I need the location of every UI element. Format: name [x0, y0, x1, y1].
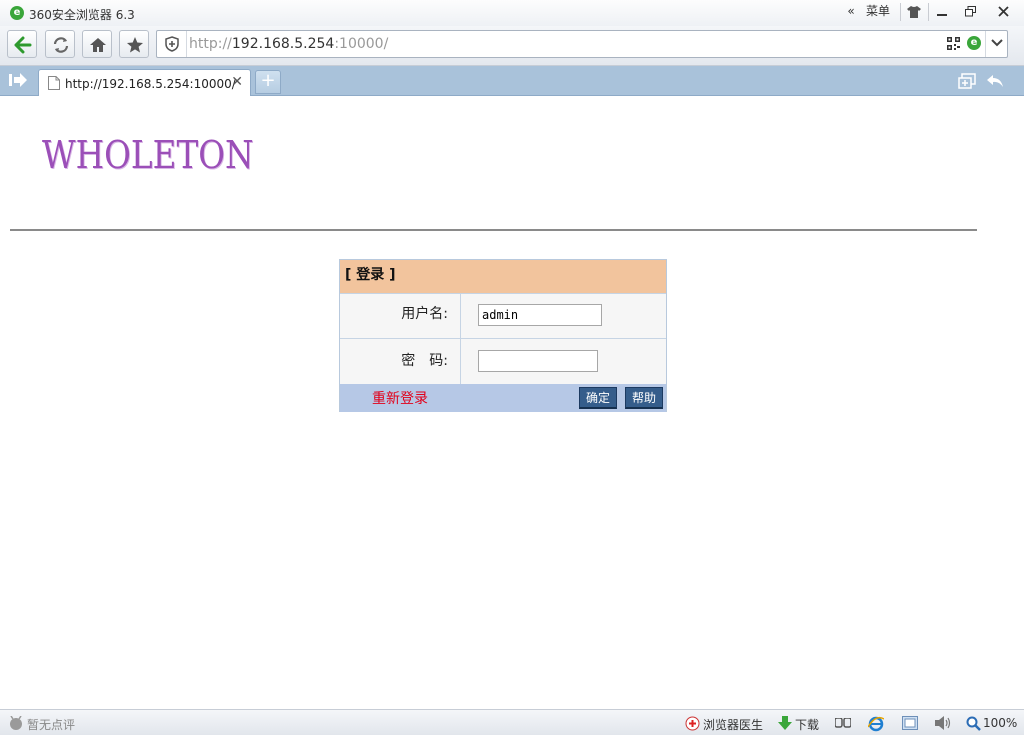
relogin-link[interactable]: 重新登录	[372, 388, 428, 408]
back-button[interactable]	[7, 30, 37, 58]
password-label: 密 码:	[340, 339, 461, 385]
refresh-button[interactable]	[45, 30, 75, 58]
shirt-icon	[907, 6, 921, 18]
page-icon	[48, 76, 60, 90]
username-row: 用户名:	[340, 293, 666, 338]
tab-label: http://192.168.5.254:10000/	[65, 77, 236, 91]
username-input[interactable]	[478, 304, 602, 326]
refresh-icon	[53, 37, 69, 53]
volume-icon[interactable]	[935, 716, 951, 730]
star-icon	[127, 37, 143, 53]
divider	[900, 3, 901, 21]
address-scheme: http://	[189, 36, 232, 52]
login-footer: 重新登录 确定 帮助	[340, 384, 666, 412]
divider	[928, 3, 929, 21]
tab-close-button[interactable]: ✕	[231, 74, 243, 90]
close-button[interactable]	[990, 2, 1016, 22]
address-bar[interactable]: http://192.168.5.254:10000/ e	[156, 30, 1008, 58]
header-divider	[10, 229, 977, 231]
sidebar-toggle-icon[interactable]	[9, 73, 27, 87]
address-port: :10000/	[334, 36, 389, 52]
compatibility-mode-icon[interactable]: e	[967, 36, 981, 50]
browser-logo-icon: e	[10, 6, 24, 20]
navigation-toolbar: http://192.168.5.254:10000/ e	[0, 26, 1024, 66]
address-input[interactable]: http://192.168.5.254:10000/	[189, 31, 939, 57]
restore-button[interactable]	[958, 2, 982, 22]
password-row: 密 码:	[340, 338, 666, 385]
address-dropdown[interactable]	[985, 31, 1007, 57]
new-tab-button[interactable]: +	[255, 70, 281, 94]
menu-button[interactable]: 菜单	[862, 2, 894, 22]
brand-logo: WHOLETON	[42, 133, 254, 177]
security-shield[interactable]	[157, 31, 187, 57]
help-button[interactable]: 帮助	[625, 387, 663, 409]
chevron-down-icon	[991, 39, 1003, 47]
zoom-icon[interactable]	[966, 716, 981, 731]
skin-button[interactable]	[902, 2, 926, 22]
tab-bar: http://192.168.5.254:10000/ ✕ +	[0, 66, 1024, 96]
tab-active[interactable]: http://192.168.5.254:10000/ ✕	[38, 69, 251, 96]
favorites-button[interactable]	[119, 30, 149, 58]
zoom-level[interactable]: 100%	[983, 716, 1017, 730]
rating-icon[interactable]	[8, 716, 24, 730]
ie-kernel-icon[interactable]	[868, 716, 884, 732]
qr-code-icon[interactable]	[947, 37, 960, 50]
chevron-left-icon[interactable]: «	[844, 2, 858, 22]
download-icon[interactable]	[778, 716, 792, 731]
minimize-button[interactable]	[930, 2, 954, 22]
rating-text[interactable]: 暂无点评	[27, 716, 75, 733]
home-button[interactable]	[82, 30, 112, 58]
browser-doctor-link[interactable]: 浏览器医生	[703, 716, 763, 733]
mouse-gesture-icon[interactable]	[835, 718, 851, 728]
tab-group-icon[interactable]	[958, 73, 976, 89]
password-input[interactable]	[478, 350, 598, 372]
login-header: [ 登录 ]	[340, 260, 666, 293]
home-icon	[90, 38, 106, 52]
arrow-left-icon	[14, 36, 32, 54]
download-link[interactable]: 下载	[795, 716, 819, 733]
close-icon	[997, 6, 1009, 17]
username-label: 用户名:	[340, 294, 461, 338]
minimize-icon	[937, 14, 947, 16]
undo-close-icon[interactable]	[986, 73, 1004, 89]
address-host: 192.168.5.254	[231, 36, 335, 52]
shield-icon	[165, 36, 179, 52]
window-icon[interactable]	[902, 716, 918, 730]
doctor-icon[interactable]	[685, 716, 700, 731]
confirm-button[interactable]: 确定	[579, 387, 617, 409]
restore-icon	[964, 6, 976, 17]
title-bar: e 360安全浏览器 6.3 « 菜单	[0, 0, 1024, 26]
status-bar: 暂无点评 浏览器医生 下载 100%	[0, 709, 1024, 735]
window-title: 360安全浏览器 6.3	[29, 8, 135, 22]
login-panel: [ 登录 ] 用户名: 密 码: 重新登录 确定 帮助	[339, 259, 667, 412]
